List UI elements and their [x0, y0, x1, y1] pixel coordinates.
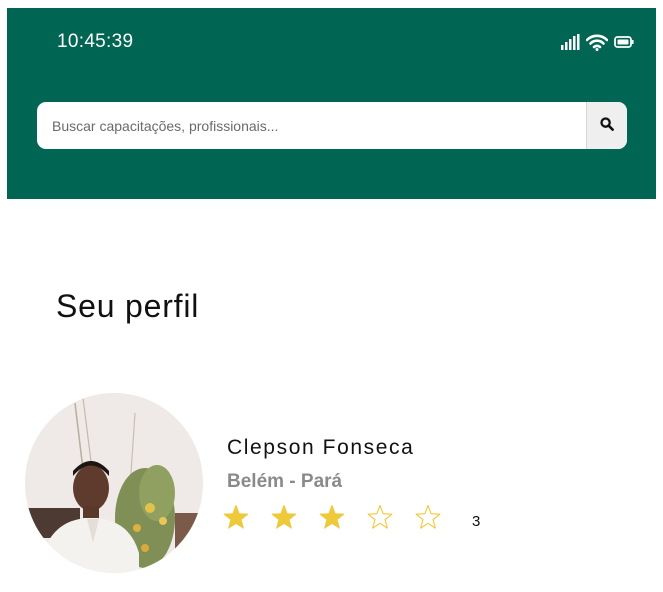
star-filled-icon	[223, 505, 249, 529]
status-icons	[561, 33, 634, 51]
wifi-icon	[586, 34, 608, 51]
search-bar	[37, 102, 627, 149]
star-filled-icon	[271, 505, 297, 529]
status-time: 10:45:39	[57, 31, 134, 52]
app-header: 10:45:39	[7, 8, 656, 199]
battery-icon	[614, 36, 634, 48]
rating-stars	[222, 503, 462, 531]
profile-name: Clepson Fonseca	[227, 436, 415, 459]
search-icon	[600, 117, 614, 134]
search-button[interactable]	[586, 102, 627, 149]
page-title: Seu perfil	[56, 288, 200, 324]
star-filled-icon	[319, 505, 345, 529]
search-input[interactable]	[37, 102, 586, 149]
signal-icon	[561, 34, 580, 50]
profile-location: Belém - Pará	[227, 471, 343, 492]
star-empty-icon	[367, 504, 393, 529]
star-empty-icon	[415, 504, 441, 529]
rating-count: 3	[472, 513, 481, 530]
avatar[interactable]	[25, 393, 203, 573]
